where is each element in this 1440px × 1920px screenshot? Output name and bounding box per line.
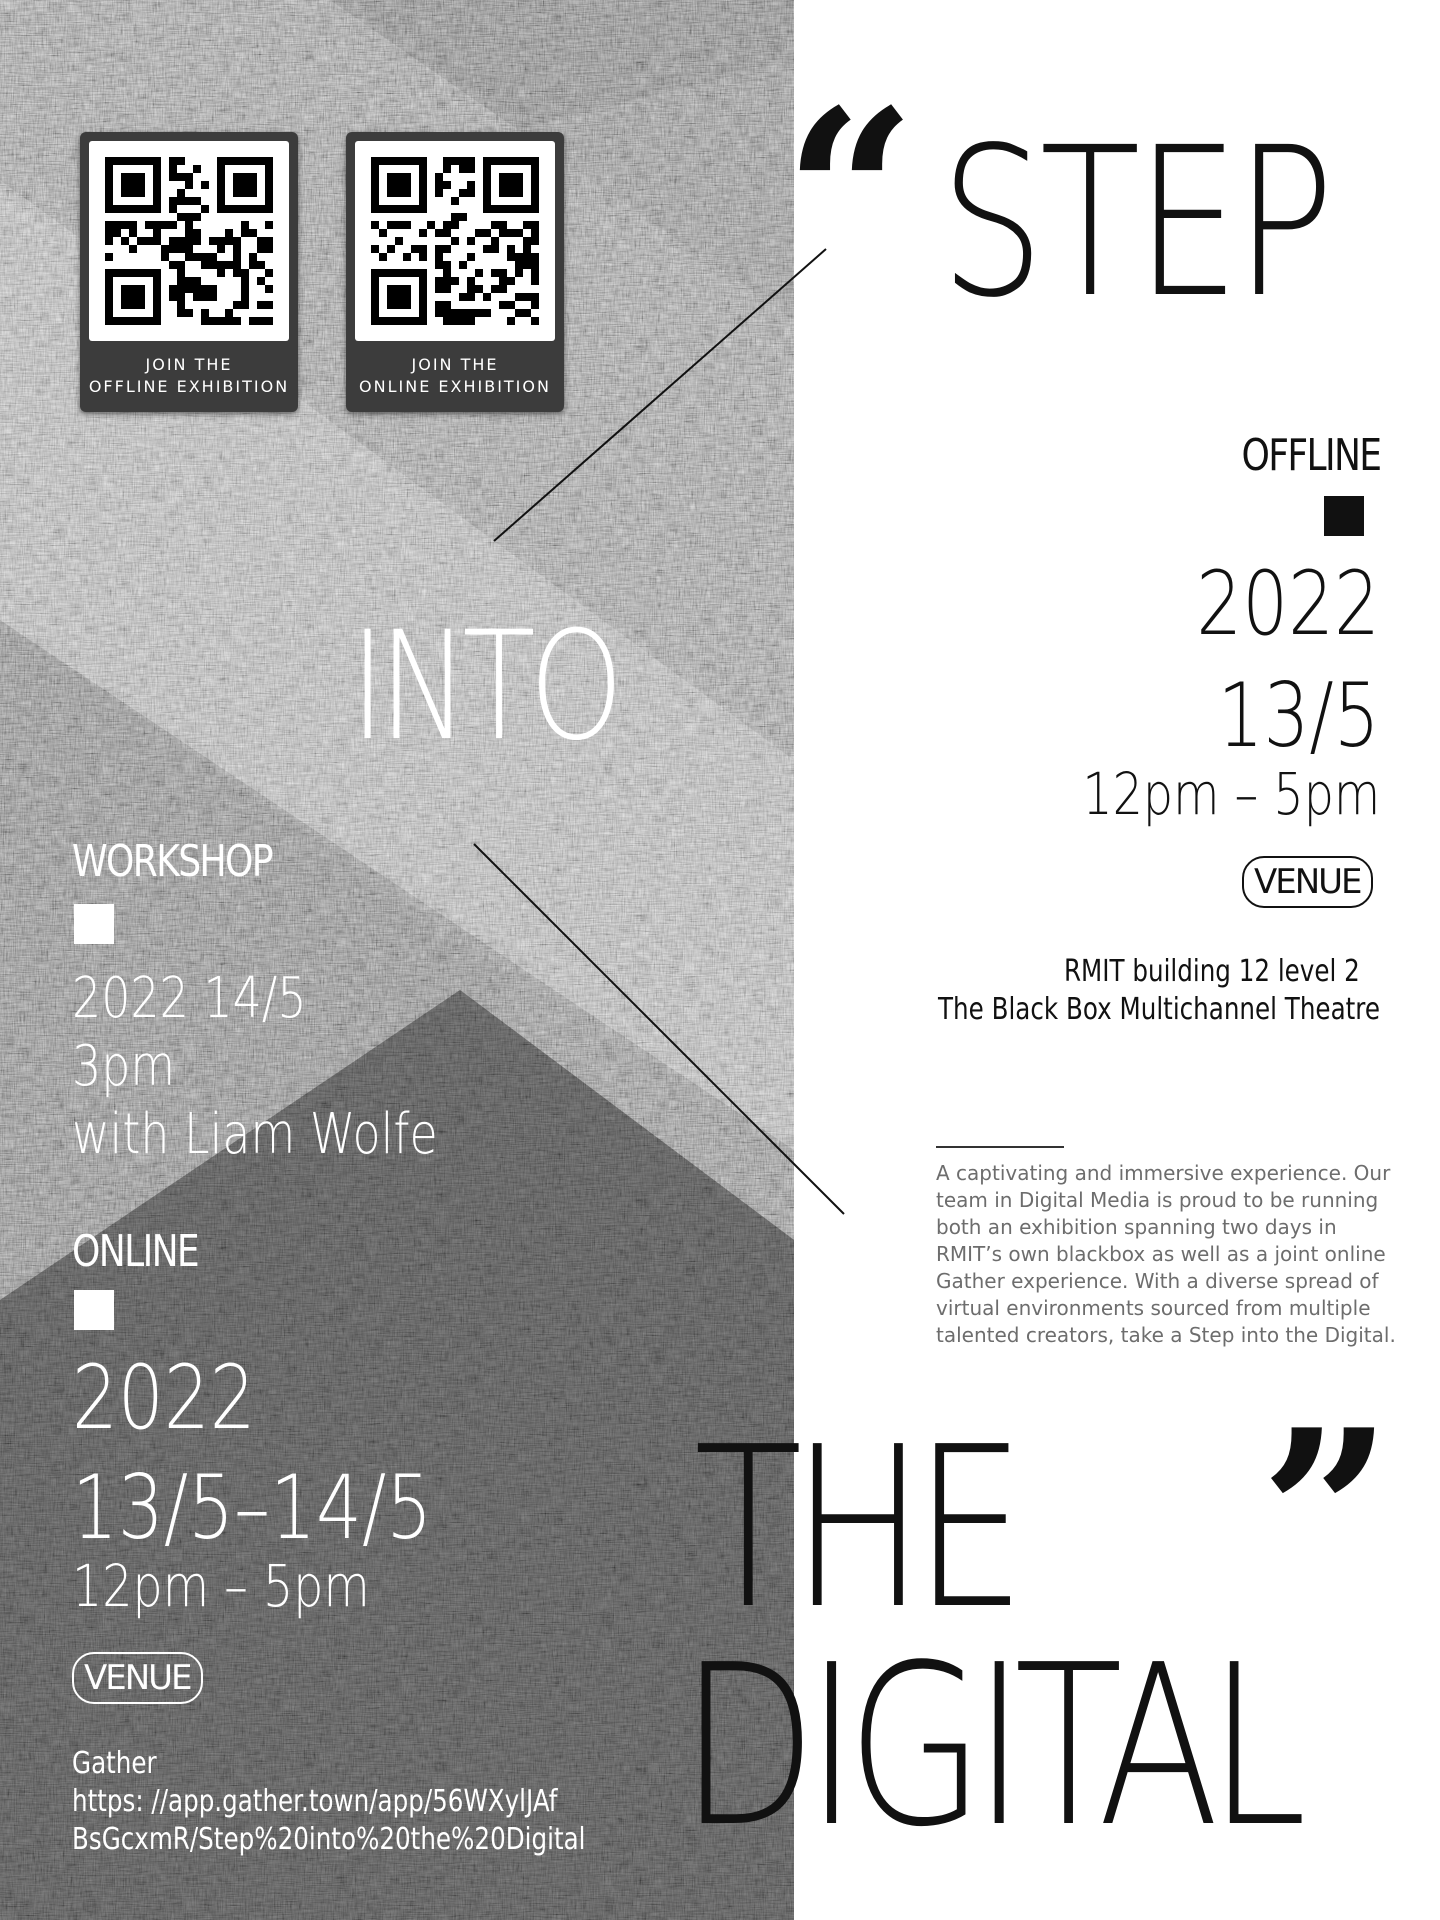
qr-label-offline: JOIN THE OFFLINE EXHIBITION — [80, 354, 298, 398]
workshop-date: 2022 14/5 — [72, 966, 307, 1031]
qr-label-offline-line1: JOIN THE — [145, 355, 233, 374]
qr-label-online-line1: JOIN THE — [411, 355, 499, 374]
offline-square-marker — [1324, 496, 1364, 536]
workshop-time: 3pm — [72, 1034, 176, 1099]
qr-label-online: JOIN THE ONLINE EXHIBITION — [346, 354, 564, 398]
online-date: 13/5–14/5 — [72, 1456, 433, 1559]
qr-code-offline-pattern — [105, 157, 273, 325]
title-the: THE — [694, 1400, 1026, 1658]
title-digital: DIGITAL — [680, 1618, 1307, 1876]
qr-code-online-pattern — [371, 157, 539, 325]
offline-venue-line2: The Black Box Multichannel Theatre — [938, 992, 1380, 1027]
qr-label-online-line2: ONLINE EXHIBITION — [359, 377, 551, 396]
offline-venue-line1: RMIT building 12 level 2 — [1064, 954, 1360, 989]
description-text: A captivating and immersive experience. … — [936, 1161, 1396, 1347]
offline-date: 13/5 — [1217, 664, 1380, 767]
online-url-line1[interactable]: https: //app.gather.town/app/56WXylJAf — [72, 1784, 557, 1819]
offline-time: 12pm – 5pm — [1082, 760, 1380, 828]
online-label: ONLINE — [72, 1226, 200, 1277]
online-platform: Gather — [72, 1746, 157, 1781]
poster: JOIN THE OFFLINE EXHIBITION JOIN THE ONL… — [0, 0, 1440, 1920]
online-url-line2[interactable]: BsGcxmR/Step%20into%20the%20Digital — [72, 1822, 586, 1857]
workshop-square-marker — [74, 904, 114, 944]
qr-card-online[interactable]: JOIN THE ONLINE EXHIBITION — [346, 132, 564, 412]
open-quote-mark: “ — [784, 60, 917, 330]
diagonal-line-middle — [473, 843, 845, 1215]
workshop-host: with Liam Wolfe — [72, 1102, 438, 1167]
offline-label: OFFLINE — [1241, 430, 1382, 481]
offline-year: 2022 — [1196, 552, 1380, 655]
qr-card-offline[interactable]: JOIN THE OFFLINE EXHIBITION — [80, 132, 298, 412]
qr-label-offline-line2: OFFLINE EXHIBITION — [88, 377, 290, 396]
online-time: 12pm – 5pm — [72, 1552, 370, 1620]
online-venue-badge: VENUE — [72, 1652, 203, 1704]
close-quote-mark: ” — [1260, 1380, 1393, 1650]
qr-code-online[interactable] — [355, 141, 555, 341]
online-year: 2022 — [72, 1346, 256, 1449]
workshop-label: WORKSHOP — [72, 836, 274, 887]
title-step: STEP — [940, 103, 1334, 343]
description-rule — [936, 1146, 1064, 1148]
qr-code-offline[interactable] — [89, 141, 289, 341]
online-square-marker — [74, 1290, 114, 1330]
offline-venue-badge: VENUE — [1242, 856, 1373, 908]
title-into: INTO — [350, 600, 624, 774]
